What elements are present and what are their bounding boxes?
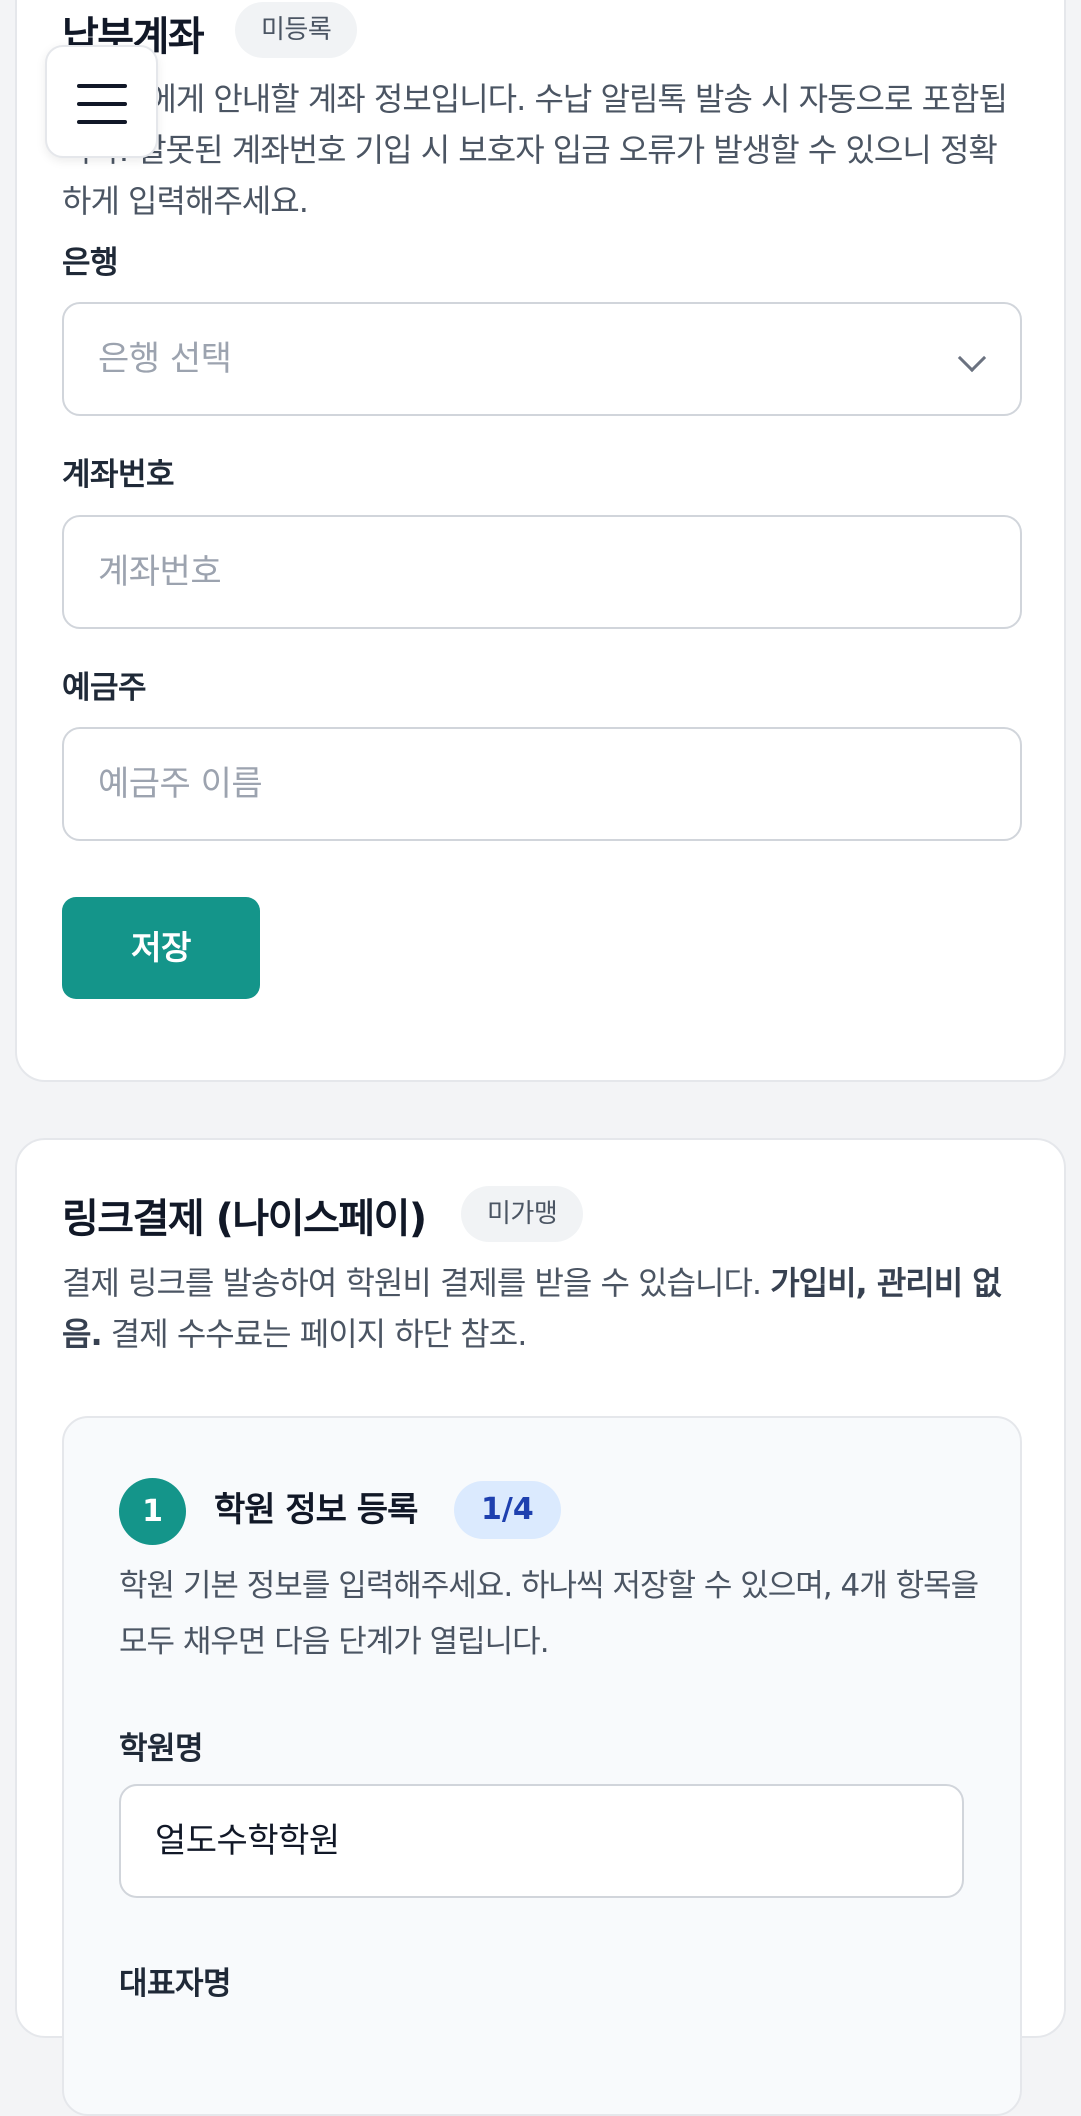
academy-name-input[interactable]: 얼도수학학원 (119, 1784, 964, 1898)
holder-input[interactable]: 예금주 이름 (62, 727, 1022, 841)
account-number-input[interactable]: 계좌번호 (62, 515, 1022, 629)
step-title: 학원 정보 등록 (214, 1490, 418, 1530)
account-card: 납부계좌 미등록 보호자에게 안내할 계좌 정보입니다. 수납 알림톡 발송 시… (15, 0, 1066, 1082)
bank-select[interactable]: 은행 선택 (62, 302, 1022, 416)
link-payment-status-badge: 미가맹 (461, 1186, 584, 1242)
account-number-placeholder: 계좌번호 (98, 552, 222, 592)
hamburger-menu-icon (77, 84, 127, 88)
academy-name-label: 학원명 (119, 1731, 204, 1767)
step-panel: 1 학원 정보 등록 1/4 학원 기본 정보를 입력해주세요. 하나씩 저장할… (62, 1416, 1022, 2116)
representative-label: 대표자명 (119, 1966, 232, 2002)
step-number: 1 (119, 1478, 186, 1545)
link-payment-description-text: 결제 링크를 발송하여 학원비 결제를 받을 수 있습니다. (62, 1264, 771, 1302)
academy-name-value: 얼도수학학원 (155, 1821, 340, 1861)
step-description: 학원 기본 정보를 입력해주세요. 하나씩 저장할 수 있으며, 4개 항목을 … (119, 1568, 979, 1660)
link-payment-card: 링크결제 (나이스페이) 미가맹 결제 링크를 발송하여 학원비 결제를 받을 … (15, 1138, 1066, 2116)
menu-button[interactable] (45, 45, 158, 158)
account-description: 보호자에게 안내할 계좌 정보입니다. 수납 알림톡 발송 시 자동으로 포함됩… (62, 80, 1008, 220)
link-payment-description: 결제 링크를 발송하여 학원비 결제를 받을 수 있습니다. 가입비, 관리비 … (62, 1258, 1012, 1360)
account-number-label: 계좌번호 (62, 457, 175, 493)
save-button[interactable]: 저장 (62, 897, 260, 999)
link-payment-title: 링크결제 (나이스페이) (62, 1196, 427, 1242)
step-progress-badge: 1/4 (454, 1481, 561, 1539)
bank-label: 은행 (62, 245, 119, 281)
link-payment-description-suffix: 결제 수수료는 페이지 하단 참조. (101, 1315, 528, 1353)
chevron-down-icon (957, 343, 987, 373)
account-status-badge: 미등록 (235, 2, 358, 58)
holder-label: 예금주 (62, 670, 147, 706)
holder-placeholder: 예금주 이름 (98, 764, 263, 804)
bank-select-placeholder: 은행 선택 (98, 339, 232, 379)
